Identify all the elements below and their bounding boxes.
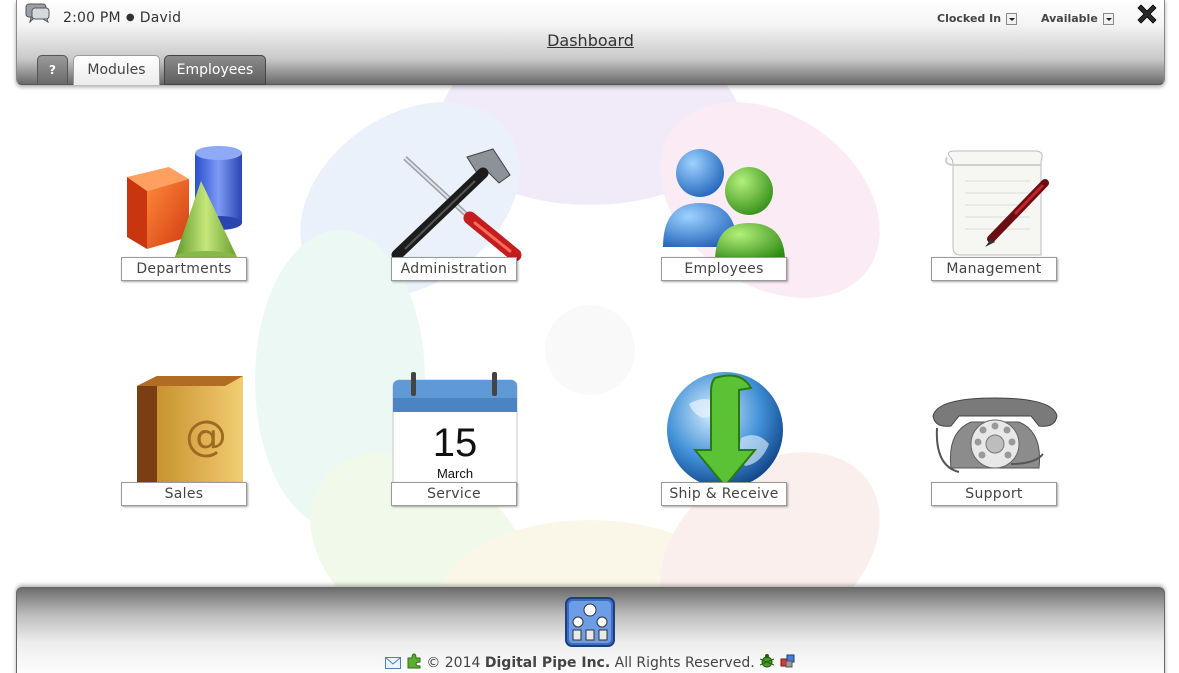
background-logo (255, 35, 880, 673)
top-header-bar: 2:00 PM ● David Dashboard Clocked In Avail… (16, 0, 1165, 85)
availability-select[interactable]: Available (1041, 12, 1114, 25)
chat-bubble-icon[interactable] (25, 3, 51, 23)
close-icon[interactable] (1135, 2, 1159, 26)
copyright-prefix: © 2014 (426, 655, 481, 671)
module-employees[interactable]: Employees (645, 143, 795, 293)
module-administration[interactable]: Administration (375, 143, 525, 293)
module-label: Support (931, 482, 1057, 506)
copyright-line: © 2014 Digital Pipe Inc. All Rights Rese… (17, 653, 1164, 671)
current-user: David (139, 10, 182, 26)
clock-status-value: Clocked In (937, 12, 1002, 25)
chevron-down-icon[interactable] (1006, 12, 1018, 25)
mail-icon[interactable] (385, 657, 402, 669)
cubes-icon[interactable] (780, 653, 796, 669)
svg-text:@: @ (185, 411, 227, 460)
management-paper-pen-icon (945, 150, 1049, 256)
support-telephone-icon (932, 397, 1058, 473)
module-label: Departments (121, 257, 247, 281)
puzzle-piece-icon[interactable] (406, 653, 422, 669)
module-support[interactable]: Support (915, 368, 1065, 518)
departments-shapes-icon (127, 146, 242, 263)
module-label: Ship & Receive (661, 482, 787, 506)
tab-help[interactable]: ? (37, 55, 68, 85)
tab-modules[interactable]: Modules (73, 55, 160, 85)
availability-value: Available (1041, 12, 1098, 25)
module-label: Administration (391, 257, 517, 281)
sales-address-book-icon: @ (137, 376, 243, 496)
sitemap-icon[interactable] (565, 597, 615, 647)
chevron-down-icon[interactable] (1102, 12, 1114, 25)
module-label: Employees (661, 257, 787, 281)
module-sales[interactable]: @ Sales (105, 368, 255, 518)
service-calendar-icon: 15 March (392, 372, 518, 493)
tab-employees[interactable]: Employees (164, 55, 266, 85)
ship-receive-globe-icon (667, 372, 783, 488)
clock-status-select[interactable]: Clocked In (937, 12, 1018, 25)
calendar-day: 15 (433, 421, 478, 465)
rights-text: All Rights Reserved. (614, 655, 755, 671)
module-label: Service (391, 482, 517, 506)
module-label: Sales (121, 482, 247, 506)
administration-tools-icon (391, 148, 522, 262)
module-departments[interactable]: Departments (105, 143, 255, 293)
employees-people-icon (663, 149, 785, 261)
page-title-dashboard[interactable]: Dashboard (17, 31, 1164, 50)
dashboard-screen: 2:00 PM ● David Dashboard Clocked In Avail… (0, 0, 1179, 673)
status-time-user: 2:00 PM ● David (63, 10, 181, 26)
module-label: Management (931, 257, 1057, 281)
bug-icon[interactable] (759, 653, 775, 669)
footer-bar: © 2014 Digital Pipe Inc. All Rights Rese… (16, 587, 1165, 673)
current-time: 2:00 PM (63, 10, 121, 26)
company-name: Digital Pipe Inc. (484, 655, 611, 671)
module-management[interactable]: Management (915, 143, 1065, 293)
module-ship-receive[interactable]: Ship & Receive (645, 368, 795, 518)
separator-dot: ● (125, 12, 135, 23)
calendar-month: March (437, 466, 473, 481)
module-service[interactable]: 15 March Service (375, 368, 525, 518)
